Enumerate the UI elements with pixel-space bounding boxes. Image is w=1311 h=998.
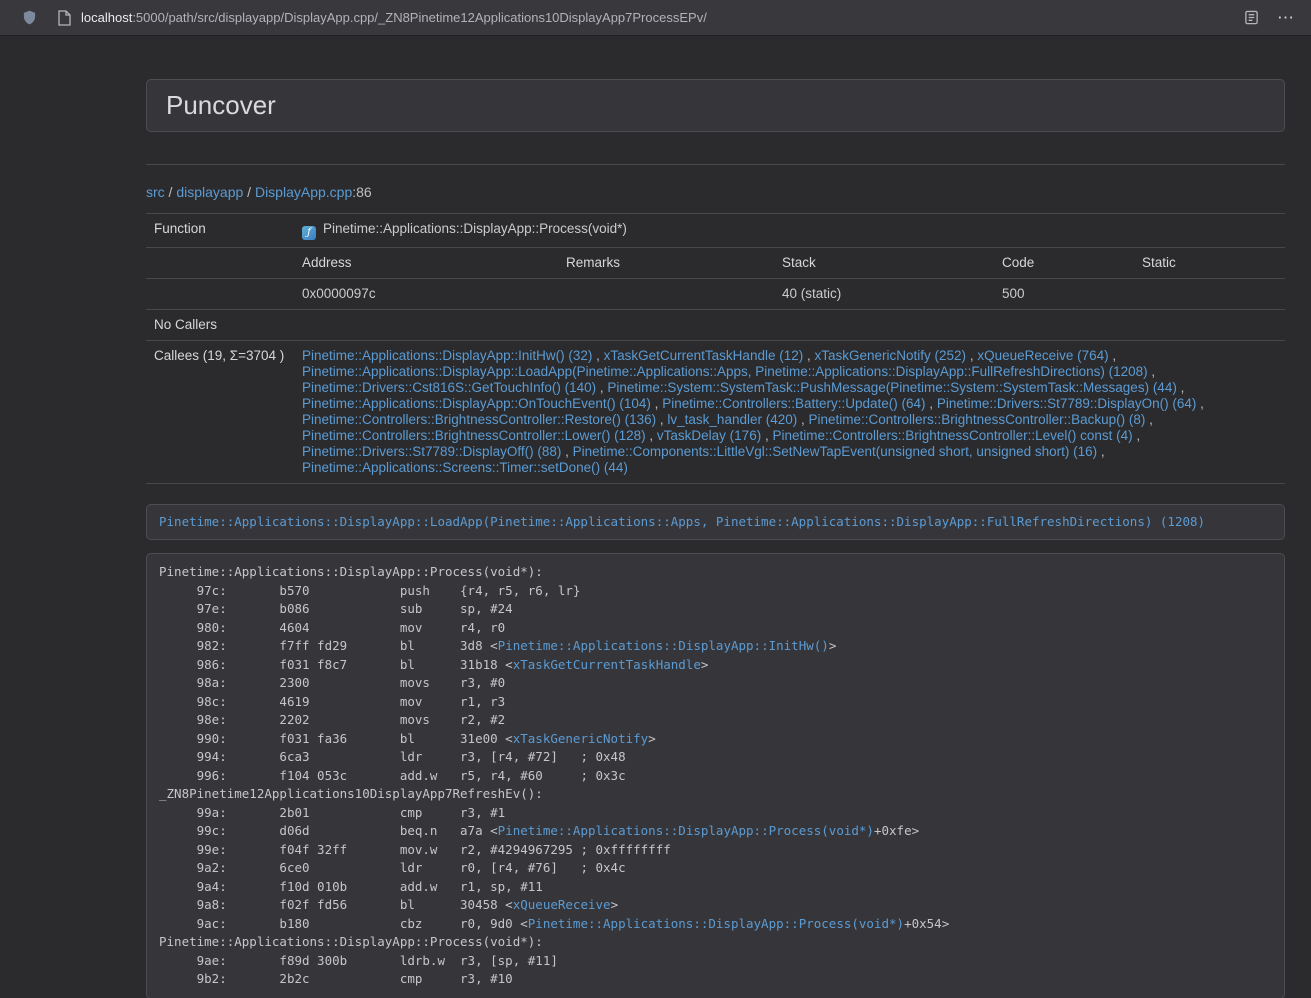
callee-link[interactable]: xTaskGetCurrentTaskHandle (12) [604, 348, 804, 363]
callee-link[interactable]: Pinetime::Applications::DisplayApp::OnTo… [302, 396, 651, 411]
code-symbol-link[interactable]: Pinetime::Applications::DisplayApp::Proc… [528, 916, 904, 931]
shield-icon[interactable] [22, 9, 37, 26]
code-value: 500 [994, 279, 1134, 310]
url-host: localhost [81, 10, 132, 25]
callee-separator: , [1177, 380, 1185, 395]
callees-row: Callees (19, Σ=3704 ) Pinetime::Applicat… [146, 341, 1285, 484]
callee-link[interactable]: xTaskGenericNotify (252) [815, 348, 967, 363]
metrics-header-row: Address Remarks Stack Code Static [146, 248, 1285, 279]
reader-mode-icon[interactable] [1244, 10, 1259, 25]
breadcrumb-link[interactable]: src [146, 184, 165, 200]
breadcrumb: src / displayapp / DisplayApp.cpp:86 [146, 183, 1285, 201]
callees-label: Callees (19, Σ=3704 ) [146, 341, 294, 484]
callee-separator: , [651, 396, 662, 411]
callee-link[interactable]: xQueueReceive (764) [977, 348, 1108, 363]
empty-cell [146, 248, 294, 279]
callee-separator: , [1097, 444, 1105, 459]
callees-list: Pinetime::Applications::DisplayApp::Init… [294, 341, 1285, 484]
callee-link[interactable]: Pinetime::Controllers::BrightnessControl… [302, 412, 656, 427]
callee-separator: , [1148, 364, 1156, 379]
callee-link[interactable]: Pinetime::Drivers::Cst816S::GetTouchInfo… [302, 380, 596, 395]
remarks-value [558, 279, 774, 310]
callee-separator: , [646, 428, 657, 443]
page-title: Puncover [166, 92, 1265, 119]
function-name: Pinetime::Applications::DisplayApp::Proc… [323, 221, 627, 236]
divider [146, 164, 1285, 165]
callee-separator: , [761, 428, 772, 443]
code-symbol-link[interactable]: xTaskGenericNotify [513, 731, 648, 746]
menu-button[interactable]: ⋯ [1277, 9, 1295, 26]
callee-link[interactable]: Pinetime::Controllers::BrightnessControl… [809, 412, 1146, 427]
callee-link[interactable]: Pinetime::Components::LittleVgl::SetNewT… [573, 444, 1098, 459]
column-header-static: Static [1134, 248, 1285, 279]
callee-separator: , [797, 412, 808, 427]
callee-separator: , [1109, 348, 1117, 363]
browser-chrome: localhost:5000/path/src/displayapp/Displ… [0, 0, 1311, 36]
breadcrumb-separator: / [243, 184, 255, 200]
callee-link[interactable]: Pinetime::Drivers::St7789::DisplayOff() … [302, 444, 561, 459]
function-name-cell: ƒ Pinetime::Applications::DisplayApp::Pro… [294, 214, 1285, 248]
column-header-stack: Stack [774, 248, 994, 279]
stack-value: 40 (static) [774, 279, 994, 310]
breadcrumb-separator: / [165, 184, 177, 200]
callee-link[interactable]: Pinetime::System::SystemTask::PushMessag… [607, 380, 1176, 395]
url-path: :5000/path/src/displayapp/DisplayApp.cpp… [132, 10, 707, 25]
callee-separator: , [592, 348, 603, 363]
callee-link[interactable]: Pinetime::Drivers::St7789::DisplayOn() (… [937, 396, 1197, 411]
page-content: Puncover src / displayapp / DisplayApp.c… [146, 79, 1285, 998]
code-symbol-link[interactable]: Pinetime::Applications::DisplayApp::Proc… [498, 823, 874, 838]
page-icon[interactable] [57, 10, 71, 26]
disassembly: Pinetime::Applications::DisplayApp::Proc… [146, 553, 1285, 998]
function-row-label: Function [146, 214, 294, 248]
metrics-value-row: 0x0000097c 40 (static) 500 [146, 279, 1285, 310]
callee-separator: , [596, 380, 607, 395]
callee-separator: , [803, 348, 814, 363]
static-value [1134, 279, 1285, 310]
function-icon: ƒ [302, 226, 316, 240]
column-header-remarks: Remarks [558, 248, 774, 279]
symbol-table: Function ƒPinetime::Applications::Displa… [146, 213, 1285, 484]
breadcrumb-line-number: :86 [352, 184, 371, 200]
breadcrumb-link[interactable]: displayapp [176, 184, 243, 200]
callee-link[interactable]: vTaskDelay (176) [657, 428, 761, 443]
callee-separator: , [1145, 412, 1153, 427]
code-symbol-link[interactable]: xQueueReceive [513, 897, 611, 912]
highlighted-symbol-link[interactable]: Pinetime::Applications::DisplayApp::Load… [159, 514, 1205, 529]
no-callers-cell [294, 310, 1285, 341]
callee-link[interactable]: Pinetime::Applications::DisplayApp::Load… [302, 364, 1148, 379]
no-callers-row: No Callers [146, 310, 1285, 341]
callee-separator: , [656, 412, 667, 427]
no-callers-label: No Callers [146, 310, 294, 341]
column-header-address: Address [294, 248, 558, 279]
callee-link[interactable]: Pinetime::Controllers::Battery::Update()… [662, 396, 925, 411]
function-row: Function ƒ Pinetime::Applications::Displa… [146, 214, 1285, 248]
callee-separator: , [1133, 428, 1141, 443]
code-symbol-link[interactable]: xTaskGetCurrentTaskHandle [513, 657, 701, 672]
callee-link[interactable]: Pinetime::Applications::Screens::Timer::… [302, 460, 628, 475]
empty-cell [146, 279, 294, 310]
highlighted-symbol-box: Pinetime::Applications::DisplayApp::Load… [146, 504, 1285, 540]
callee-separator: , [966, 348, 977, 363]
column-header-code: Code [994, 248, 1134, 279]
page-header: Puncover [146, 79, 1285, 132]
url-bar[interactable]: localhost:5000/path/src/displayapp/Displ… [81, 10, 707, 25]
callee-separator: , [561, 444, 572, 459]
callee-link[interactable]: Pinetime::Controllers::BrightnessControl… [772, 428, 1132, 443]
callee-link[interactable]: lv_task_handler (420) [667, 412, 797, 427]
callee-link[interactable]: Pinetime::Applications::DisplayApp::Init… [302, 348, 592, 363]
breadcrumb-link[interactable]: DisplayApp.cpp [255, 184, 352, 200]
callee-separator: , [926, 396, 937, 411]
code-symbol-link[interactable]: Pinetime::Applications::DisplayApp::Init… [498, 638, 829, 653]
callee-link[interactable]: Pinetime::Controllers::BrightnessControl… [302, 428, 646, 443]
callee-separator: , [1196, 396, 1204, 411]
address-value: 0x0000097c [294, 279, 558, 310]
